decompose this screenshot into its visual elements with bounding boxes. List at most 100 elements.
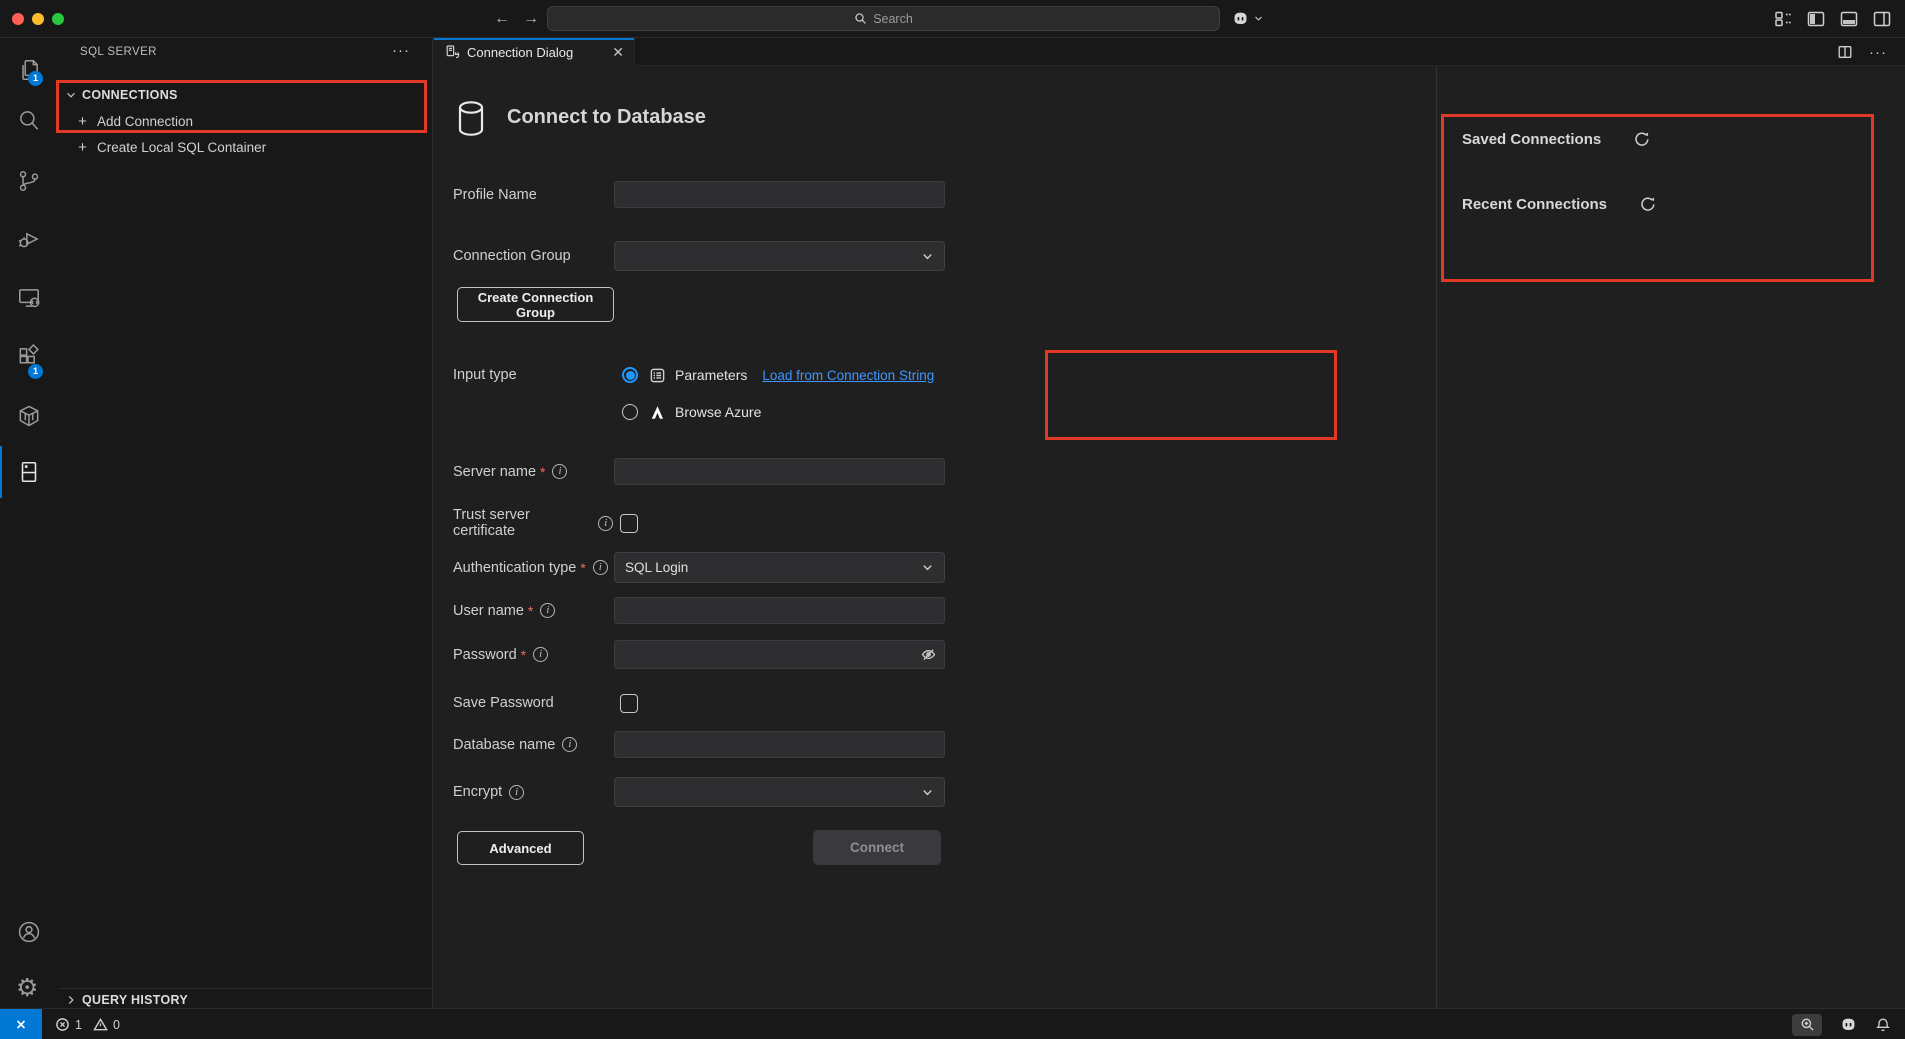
- editor-more-actions-icon[interactable]: ···: [1869, 44, 1887, 61]
- connections-section-header[interactable]: CONNECTIONS: [64, 88, 178, 102]
- toggle-secondary-sidebar-icon[interactable]: [1872, 9, 1892, 29]
- radio-selected-icon[interactable]: [622, 367, 638, 383]
- search-icon: [854, 12, 867, 25]
- refresh-saved-connections-icon[interactable]: [1634, 131, 1650, 147]
- activity-bar: 1 1 ⚙: [0, 38, 58, 1008]
- info-icon[interactable]: i: [509, 785, 524, 800]
- plus-icon: +: [75, 113, 90, 130]
- database-icon: [454, 99, 488, 139]
- error-icon: [55, 1017, 70, 1032]
- dialog-title: Connect to Database: [507, 106, 706, 129]
- connection-dialog-tab-icon: [444, 44, 460, 60]
- password-input[interactable]: [614, 640, 945, 669]
- active-view-indicator: [0, 446, 2, 498]
- radio-unselected-icon[interactable]: [622, 404, 638, 420]
- load-from-connection-string-link[interactable]: Load from Connection String: [762, 368, 934, 383]
- info-icon[interactable]: i: [562, 737, 577, 752]
- save-password-checkbox[interactable]: [620, 694, 638, 713]
- server-name-label: Server name*i: [453, 458, 613, 485]
- title-bar: ← → Search: [0, 0, 1905, 38]
- browse-azure-option[interactable]: Browse Azure: [622, 399, 761, 425]
- copilot-menu[interactable]: [1231, 9, 1263, 28]
- encrypt-select[interactable]: [614, 777, 945, 807]
- refresh-recent-connections-icon[interactable]: [1640, 196, 1656, 212]
- maximize-window-button[interactable]: [52, 13, 64, 25]
- query-history-section-header[interactable]: QUERY HISTORY: [58, 988, 432, 1008]
- save-password-label: Save Password: [453, 693, 613, 713]
- run-debug-icon[interactable]: [16, 226, 42, 252]
- back-icon[interactable]: ←: [494, 10, 510, 28]
- saved-connections-header: Saved Connections: [1462, 130, 1601, 148]
- settings-gear-icon[interactable]: ⚙: [16, 975, 42, 1001]
- profile-name-input[interactable]: [614, 181, 945, 208]
- tab-connection-dialog[interactable]: Connection Dialog ✕: [434, 38, 635, 66]
- copilot-status-icon[interactable]: [1839, 1015, 1858, 1034]
- problems-indicator[interactable]: 1 0: [55, 1009, 120, 1039]
- status-bar: 1 0: [0, 1008, 1905, 1039]
- search-placeholder: Search: [873, 12, 913, 26]
- plus-icon: +: [75, 139, 90, 156]
- window-controls: [12, 13, 64, 25]
- tab-close-icon[interactable]: ✕: [612, 44, 624, 61]
- sidebar-item-create-local-sql-container[interactable]: + Create Local SQL Container: [75, 139, 266, 156]
- vscode-window: ← → Search 1: [0, 0, 1905, 1039]
- database-name-label: Database namei: [453, 731, 613, 758]
- server-name-input[interactable]: [614, 458, 945, 485]
- trust-server-certificate-checkbox[interactable]: [620, 514, 638, 533]
- zoom-status-icon[interactable]: [1792, 1014, 1822, 1036]
- input-type-label: Input type: [453, 362, 613, 388]
- error-count: 1: [75, 1018, 82, 1032]
- info-icon[interactable]: i: [533, 647, 548, 662]
- database-name-input[interactable]: [614, 731, 945, 758]
- parameters-option[interactable]: Parameters Load from Connection String: [622, 362, 934, 388]
- advanced-button[interactable]: Advanced: [457, 831, 584, 865]
- primary-sidebar: SQL SERVER ··· CONNECTIONS + Add Connect…: [58, 38, 433, 1008]
- source-control-icon[interactable]: [16, 168, 42, 194]
- chevron-down-icon: [921, 561, 934, 574]
- sidebar-header: SQL SERVER ···: [58, 38, 432, 66]
- sidebar-more-actions-icon[interactable]: ···: [392, 42, 410, 59]
- azure-icon: [649, 404, 666, 421]
- connect-button[interactable]: Connect: [813, 830, 941, 865]
- info-icon[interactable]: i: [598, 516, 613, 531]
- user-name-label: User name*i: [453, 597, 613, 624]
- notifications-bell-icon[interactable]: [1875, 1017, 1891, 1033]
- password-label: Password*i: [453, 640, 613, 669]
- connections-rail: Saved Connections Recent Connections: [1436, 66, 1905, 1008]
- remote-indicator[interactable]: [0, 1009, 42, 1039]
- toggle-password-visibility-icon[interactable]: [920, 646, 937, 663]
- customize-layout-icon[interactable]: [1773, 9, 1793, 29]
- container-tools-icon[interactable]: [16, 403, 42, 429]
- create-connection-group-button[interactable]: Create Connection Group: [457, 287, 614, 322]
- warning-count: 0: [113, 1018, 120, 1032]
- parameters-icon: [649, 367, 666, 384]
- chevron-down-icon: [921, 250, 934, 263]
- authentication-type-select[interactable]: SQL Login: [614, 552, 945, 583]
- chevron-down-icon: [1254, 14, 1263, 23]
- split-editor-icon[interactable]: [1837, 44, 1853, 60]
- info-icon[interactable]: i: [552, 464, 567, 479]
- command-center-search[interactable]: Search: [547, 6, 1220, 31]
- sidebar-item-add-connection[interactable]: + Add Connection: [75, 113, 193, 130]
- editor-area: Connection Dialog ✕ ··· Connect to Datab…: [434, 38, 1905, 1008]
- authentication-type-label: Authentication type*i: [453, 552, 613, 583]
- toggle-panel-icon[interactable]: [1839, 9, 1859, 29]
- info-icon[interactable]: i: [593, 560, 608, 575]
- connection-group-select[interactable]: [614, 241, 945, 271]
- warning-icon: [93, 1017, 108, 1032]
- accounts-icon[interactable]: [16, 919, 42, 945]
- connection-dialog-content: Connect to Database Profile Name Connect…: [434, 66, 1905, 1008]
- minimize-window-button[interactable]: [32, 13, 44, 25]
- search-view-icon[interactable]: [16, 107, 42, 133]
- chevron-down-icon: [921, 786, 934, 799]
- chevron-down-icon: [64, 88, 78, 102]
- user-name-input[interactable]: [614, 597, 945, 624]
- toggle-primary-sidebar-icon[interactable]: [1806, 9, 1826, 29]
- forward-icon[interactable]: →: [523, 10, 539, 28]
- sidebar-title: SQL SERVER: [80, 46, 157, 58]
- close-window-button[interactable]: [12, 13, 24, 25]
- remote-explorer-icon[interactable]: [16, 285, 42, 311]
- info-icon[interactable]: i: [540, 603, 555, 618]
- tab-label: Connection Dialog: [467, 45, 573, 60]
- sql-server-view-icon[interactable]: [16, 459, 42, 485]
